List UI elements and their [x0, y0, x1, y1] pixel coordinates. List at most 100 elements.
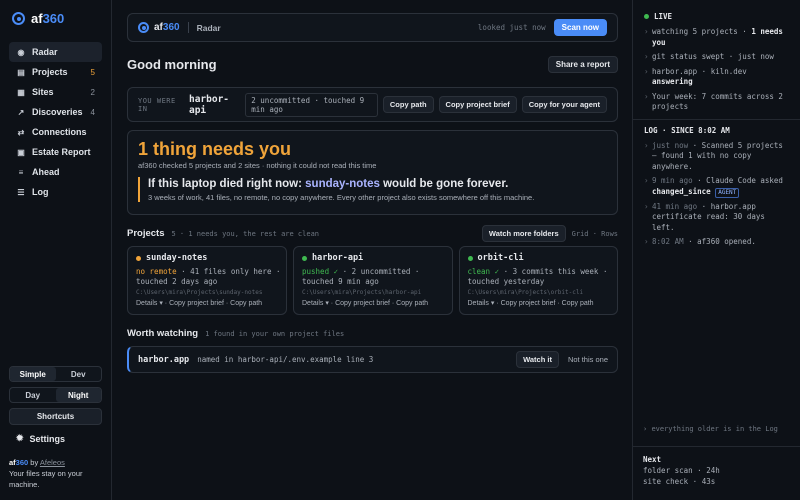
sidebar-footer: af360 by Afeleos Your files stay on your… [9, 457, 109, 490]
bar-chart-icon: ▤ [17, 67, 25, 77]
project-path: C:\Users\mira\Projects\orbit-cli [467, 289, 584, 296]
project-actions[interactable]: Details ▾ · Copy project brief · Copy pa… [468, 299, 610, 307]
next-scans: Next folder scan · 24h site check · 43s [643, 454, 720, 487]
you-were-in-label: YOU WERE IN [138, 96, 176, 113]
not-this-one-button[interactable]: Not this one [568, 355, 608, 364]
worth-watching-note: 1 found in your own project files [205, 329, 345, 338]
project-state: clean ✓ [467, 267, 500, 276]
divider [632, 446, 800, 447]
sidebar-item-sites[interactable]: ▦ Sites 2 [9, 82, 102, 102]
sidebar-item-ahead[interactable]: ≡ Ahead [9, 162, 102, 182]
live-list: watching 5 projects · 1 needs you git st… [644, 27, 789, 113]
suggested-site: harbor.app [138, 354, 190, 365]
log-list: just now · Scanned 5 projects — found 1 … [644, 141, 789, 248]
risk-project-link[interactable]: sunday-notes [305, 178, 380, 190]
sidebar-item-label: Connections [32, 127, 87, 137]
project-touched: touched 9 min ago [302, 277, 379, 286]
status-dot [302, 255, 307, 261]
topbar-brand: af360 [154, 22, 180, 33]
project-actions[interactable]: Details ▾ · Copy project brief · Copy pa… [302, 299, 444, 307]
sidebar-item-projects[interactable]: ▤ Projects 5 [9, 62, 102, 82]
copy-for-agent-button[interactable]: Copy for your agent [521, 96, 607, 113]
sidebar-item-label: Radar [32, 47, 58, 57]
sidebar-item-log[interactable]: ☰ Log [9, 182, 102, 202]
radar-icon: ◉ [17, 47, 25, 57]
log-item: 41 min ago · harbor.app certificate read… [644, 202, 789, 234]
footer-by: by [30, 458, 39, 467]
settings-button[interactable]: ✹ Settings [16, 433, 65, 444]
divider [633, 118, 800, 120]
sidebar-nav: ◉ Radar ▤ Projects 5 ▦ Sites 2 ↗ Discoveries 4 … [9, 42, 102, 202]
copy-path-button[interactable]: Copy path [382, 96, 434, 113]
risk-detail: 3 weeks of work, 41 files, no remote, no… [148, 193, 535, 202]
sidebar: af360 ◉ Radar ▤ Projects 5 ▦ Sites 2 ↗ Discove… [0, 0, 112, 500]
theme-night-button[interactable]: Night [55, 388, 101, 402]
project-path: C:\Users\mira\Projects\sunday-notes [136, 289, 263, 296]
share-report-button[interactable]: Share a report [547, 55, 618, 73]
copy-project-brief-button[interactable]: Copy project brief [438, 96, 517, 113]
needs-attention-panel: 1 thing needs you af360 checked 5 projec… [127, 130, 618, 215]
sidebar-item-label: Sites [32, 87, 54, 97]
sidebar-item-count: 2 [90, 87, 95, 97]
scan-now-button[interactable]: Scan now [553, 19, 607, 36]
next-folder-scan: folder scan · 24h [643, 466, 720, 475]
sidebar-item-label: Estate Report [32, 147, 91, 157]
footer-tagline: Your files stay on your machine. [9, 469, 83, 489]
top-bar: af360 Radar looked just now Scan now [127, 13, 618, 42]
theme-toggle: Day Night [9, 387, 102, 403]
author-link[interactable]: Afeleos [40, 458, 65, 467]
sidebar-item-label: Projects [32, 67, 68, 77]
sidebar-item-connections[interactable]: ⇄ Connections [9, 122, 102, 142]
mode-dev-button[interactable]: Dev [56, 367, 102, 381]
older-log-link[interactable]: everything older is in the Log [643, 425, 777, 433]
log-item: just now · Scanned 5 projects — found 1 … [644, 141, 789, 173]
footer-brand-num: 360 [15, 458, 29, 467]
agent-badge: AGENT [715, 187, 740, 198]
brand[interactable]: af360 [12, 11, 64, 26]
live-item: Your week: 7 commits across 2 projects [644, 92, 789, 113]
theme-day-button[interactable]: Day [10, 388, 56, 402]
live-item: watching 5 projects · 1 needs you [644, 27, 789, 48]
sidebar-item-estate-report[interactable]: ▣ Estate Report [9, 142, 102, 162]
project-detail: · 41 files only here · [176, 267, 281, 276]
shortcuts-button[interactable]: Shortcuts [9, 408, 102, 425]
sidebar-item-count: 5 [90, 67, 95, 77]
watch-suggestion: harbor.app named in harbor-api/.env.exam… [127, 346, 618, 373]
live-header: LIVE [644, 12, 789, 21]
project-state: no remote [136, 267, 177, 276]
project-actions[interactable]: Details ▾ · Copy project brief · Copy pa… [136, 299, 278, 307]
project-touched: touched 2 days ago [136, 277, 218, 286]
log-item: 8:02 AM · af360 opened. [644, 237, 789, 248]
greeting: Good morning [127, 56, 217, 72]
next-title: Next [643, 455, 662, 464]
needs-title: 1 thing needs you [138, 139, 292, 159]
brand-name: af360 [31, 11, 65, 26]
projects-title: Projects [127, 228, 165, 239]
live-item: harbor.app · kiln.dev answering [644, 67, 789, 88]
mode-simple-button[interactable]: Simple [10, 367, 56, 381]
watch-it-button[interactable]: Watch it [516, 351, 559, 368]
projects-header: Projects 5 · 1 needs you, the rest are c… [127, 225, 618, 242]
sidebar-item-discoveries[interactable]: ↗ Discoveries 4 [9, 102, 102, 122]
worth-watching-header: Worth watching 1 found in your own proje… [127, 325, 618, 342]
project-name: sunday-notes [146, 253, 208, 263]
project-cards: sunday-notes no remote · 41 files only h… [127, 246, 618, 315]
suggested-site-source: named in harbor-api/.env.example line 3 [197, 355, 374, 364]
projects-note: 5 · 1 needs you, the rest are clean [171, 229, 320, 238]
project-card[interactable]: harbor-api pushed ✓ · 2 uncommitted · to… [293, 246, 453, 315]
view-toggle[interactable]: Grid · Rows [572, 230, 618, 238]
gear-icon: ✹ [16, 433, 24, 443]
project-touched: touched yesterday [467, 277, 545, 286]
sidebar-item-label: Ahead [32, 167, 60, 177]
project-card[interactable]: orbit-cli clean ✓ · 3 commits this week … [458, 246, 618, 315]
project-card[interactable]: sunday-notes no remote · 41 files only h… [127, 246, 287, 315]
stack-icon: ≡ [18, 167, 24, 177]
log-item: 9 min ago · Claude Code asked changed_si… [644, 176, 789, 198]
arrows-icon: ⇄ [17, 127, 25, 137]
risk-headline: If this laptop died right now: sunday-no… [148, 178, 509, 190]
you-were-in-bar: YOU WERE IN harbor-api 2 uncommitted · t… [127, 87, 618, 122]
trend-icon: ↗ [17, 107, 25, 117]
sidebar-item-radar[interactable]: ◉ Radar [9, 42, 102, 62]
watch-more-folders-button[interactable]: Watch more folders [481, 225, 566, 242]
current-project[interactable]: harbor-api [189, 94, 235, 116]
